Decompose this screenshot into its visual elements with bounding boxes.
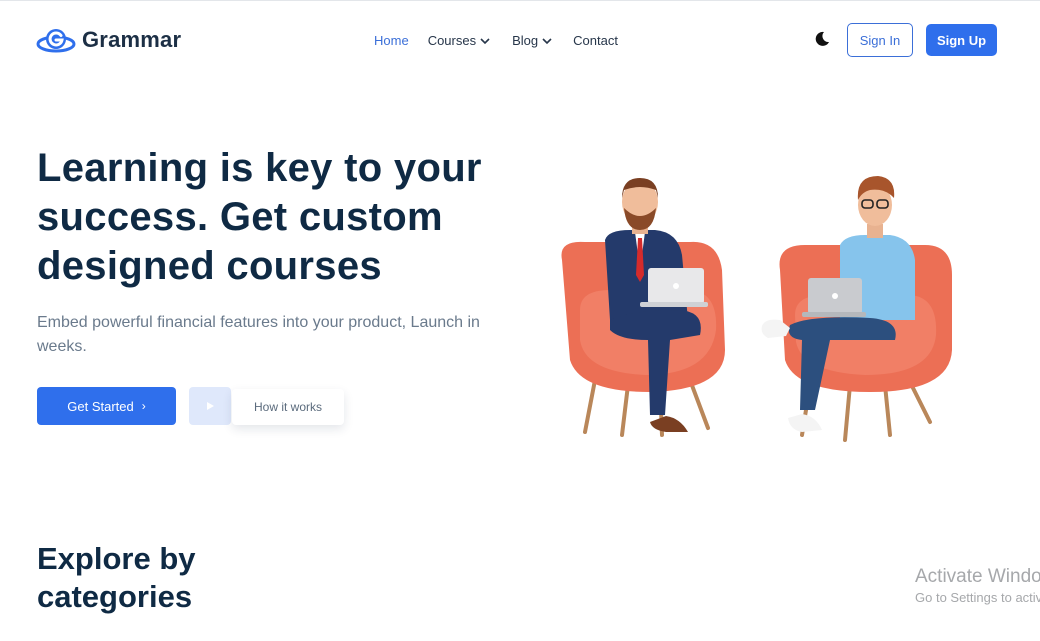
sign-up-button[interactable]: Sign Up <box>926 24 997 56</box>
nav-courses[interactable]: Courses <box>428 33 490 48</box>
nav-contact-label: Contact <box>573 33 618 48</box>
hero-subtitle: Embed powerful financial features into y… <box>37 314 480 355</box>
moon-icon[interactable] <box>813 30 831 48</box>
brand-name: Grammar <box>82 27 182 52</box>
main-nav: Home Courses Blog Contact <box>374 33 618 48</box>
nav-blog[interactable]: Blog <box>512 33 552 48</box>
chevron-down-icon <box>542 37 552 44</box>
get-started-button[interactable]: Get Started › <box>37 387 176 425</box>
g-orbit-logo-icon <box>36 29 76 53</box>
nav-courses-label: Courses <box>427 33 477 48</box>
categories-title: Explore by categories <box>37 541 196 614</box>
nav-contact[interactable]: Contact <box>573 33 618 48</box>
brand-logo[interactable]: Grammar <box>36 26 181 54</box>
sign-in-button[interactable]: Sign In <box>847 23 913 57</box>
nav-blog-label: Blog <box>512 33 539 48</box>
hero-illustration <box>561 176 952 442</box>
how-it-works-button[interactable]: How it works <box>232 389 344 425</box>
chevron-right-icon: › <box>141 399 146 413</box>
play-video-button[interactable] <box>189 387 231 425</box>
play-icon <box>207 402 214 410</box>
man-in-suit <box>605 178 708 432</box>
nav-home[interactable]: Home <box>374 33 409 48</box>
watermark-subtitle: Go to Settings to activate Windows. <box>915 590 1040 605</box>
watermark-title: Activate Windows <box>915 566 1040 587</box>
windows-activation-watermark: Activate Windows Go to Settings to activ… <box>915 566 1040 607</box>
top-border <box>0 0 1040 1</box>
nav-home-label: Home <box>374 33 409 48</box>
get-started-label: Get Started <box>67 398 134 414</box>
chevron-down-icon <box>480 37 490 44</box>
hero-title: Learning is key to your success. Get cus… <box>37 146 482 288</box>
